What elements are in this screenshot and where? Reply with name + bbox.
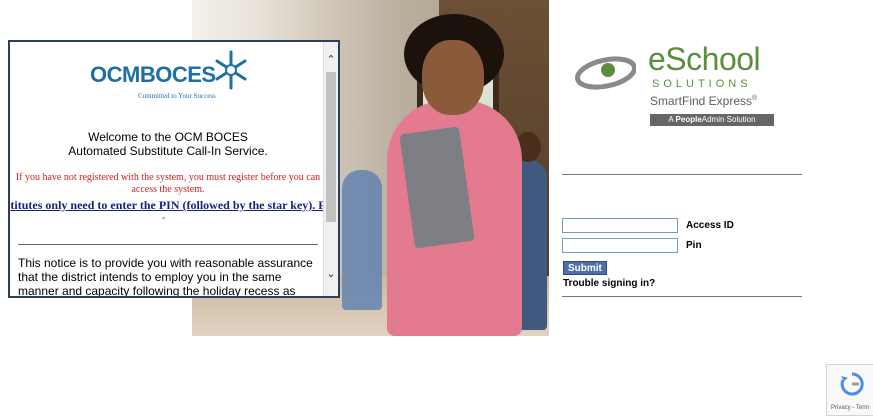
ocm-boces-logo: OCMBOCES Committed to Your Success: [90, 48, 250, 104]
eschool-logo: eSchool SOLUTIONS SmartFind Express® A P…: [572, 42, 782, 128]
welcome-line-1: Welcome to the OCM BOCES: [88, 130, 248, 144]
logo-text: OCMBOCES: [90, 62, 216, 87]
scroll-up-icon[interactable]: ⌃: [324, 52, 338, 68]
submit-button[interactable]: Submit: [563, 261, 607, 275]
recaptcha-icon: [840, 372, 864, 396]
pin-label: Pin: [686, 240, 702, 251]
pin-input[interactable]: [562, 238, 678, 253]
trouble-signing-in-link[interactable]: Trouble signing in?: [563, 278, 655, 289]
scroll-thumb[interactable]: [326, 72, 336, 222]
notice-panel[interactable]: OCMBOCES Committed to Your Success Welco…: [8, 40, 340, 298]
notice-content: OCMBOCES Committed to Your Success Welco…: [10, 42, 326, 296]
swoosh-icon: [575, 56, 636, 90]
recaptcha-text[interactable]: Privacy - Term: [831, 405, 869, 411]
access-id-label: Access ID: [686, 220, 734, 231]
separator-dot: -: [162, 213, 166, 224]
register-warning: If you have not registered with the syst…: [10, 172, 326, 196]
divider: [18, 244, 318, 245]
star-icon: [215, 50, 247, 90]
scrollbar[interactable]: ⌃ ⌄: [323, 42, 338, 296]
brand-subtitle: SOLUTIONS: [652, 78, 752, 90]
scroll-down-icon[interactable]: ⌄: [324, 266, 338, 282]
brand-title: eSchool: [648, 41, 761, 77]
pin-instructions-marquee[interactable]: titutes only need to enter the PIN (foll…: [10, 198, 326, 213]
logo-tagline: Committed to Your Success: [138, 92, 216, 100]
product-name: SmartFind Express®: [650, 94, 758, 108]
recaptcha-badge[interactable]: Privacy - Term: [826, 364, 873, 416]
access-id-input[interactable]: [562, 218, 678, 233]
form-divider-top: [562, 174, 802, 175]
welcome-text: Welcome to the OCM BOCES Automated Subst…: [10, 130, 326, 158]
form-divider-bottom: [562, 296, 802, 297]
assurance-notice: This notice is to provide you with reaso…: [18, 256, 313, 296]
welcome-line-2: Automated Substitute Call-In Service.: [68, 144, 268, 158]
register-warning-line-1: If you have not registered with the syst…: [15, 172, 321, 183]
brand-tagline-bar: A PeopleAdmin Solution: [650, 114, 774, 126]
register-warning-line-2: access the system.: [131, 184, 205, 195]
